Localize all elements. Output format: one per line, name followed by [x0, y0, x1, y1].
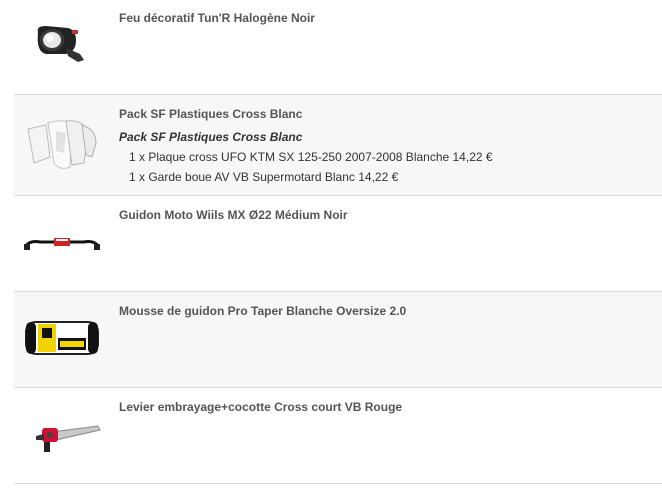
list-item: Levier embrayage+cocotte Cross court VB …	[14, 388, 662, 484]
handlebar-pad-icon	[25, 321, 99, 355]
product-title[interactable]: Levier embrayage+cocotte Cross court VB …	[119, 400, 402, 414]
product-thumbnail[interactable]	[14, 388, 104, 483]
product-title[interactable]: Feu décoratif Tun'R Halogène Noir	[119, 11, 315, 25]
pack-item: 1 x Plaque cross UFO KTM SX 125-250 2007…	[129, 150, 493, 164]
plastics-kit-icon	[27, 120, 97, 169]
product-list: Feu décoratif Tun'R Halogène Noir Pack S…	[0, 0, 662, 491]
list-item: Guidon Moto Wiils MX Ø22 Médium Noir	[14, 196, 662, 292]
pack-name: Pack SF Plastiques Cross Blanc	[119, 130, 303, 144]
product-title[interactable]: Mousse de guidon Pro Taper Blanche Overs…	[119, 304, 406, 318]
list-item: Pack SF Plastiques Cross Blanc Pack SF P…	[14, 95, 662, 196]
pack-item: 1 x Garde boue AV VB Supermotard Blanc 1…	[129, 170, 399, 184]
list-item: Mousse de guidon Pro Taper Blanche Overs…	[14, 292, 662, 388]
product-thumbnail[interactable]	[14, 0, 104, 94]
product-thumbnail[interactable]	[14, 292, 104, 387]
product-title[interactable]: Pack SF Plastiques Cross Blanc	[119, 107, 302, 121]
clutch-lever-icon	[36, 425, 101, 452]
product-title[interactable]: Guidon Moto Wiils MX Ø22 Médium Noir	[119, 208, 348, 222]
list-item: Feu décoratif Tun'R Halogène Noir	[14, 0, 662, 95]
product-thumbnail[interactable]	[14, 196, 104, 291]
headlight-icon	[37, 26, 84, 62]
handlebar-icon	[24, 238, 100, 250]
product-thumbnail[interactable]	[14, 95, 104, 195]
